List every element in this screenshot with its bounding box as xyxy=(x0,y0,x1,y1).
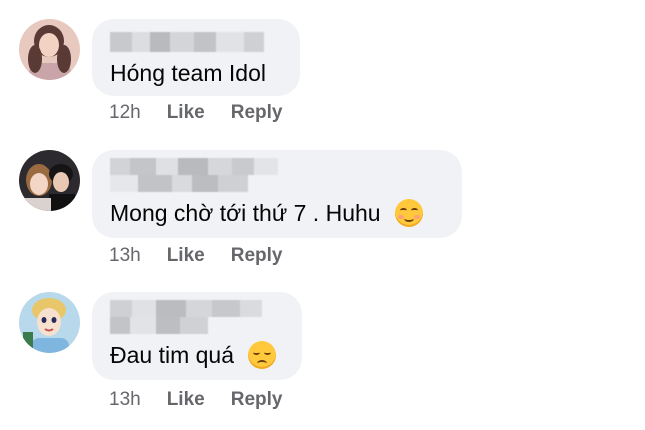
avatar[interactable] xyxy=(19,19,80,80)
reply-button[interactable]: Reply xyxy=(231,245,283,267)
comment-bubble: Mong chờ tới thứ 7 . Huhu xyxy=(92,150,462,238)
reply-button[interactable]: Reply xyxy=(231,102,283,124)
comment-timestamp[interactable]: 12h xyxy=(109,102,141,124)
blurred-author-name[interactable] xyxy=(110,158,300,192)
comment-actions: 13h Like Reply xyxy=(109,389,282,411)
reply-button[interactable]: Reply xyxy=(231,389,283,411)
like-button[interactable]: Like xyxy=(167,389,205,411)
avatar[interactable] xyxy=(19,150,80,211)
blurred-author-name[interactable] xyxy=(110,32,264,52)
comment-text: Mong chờ tới thứ 7 . Huhu xyxy=(110,199,423,227)
like-button[interactable]: Like xyxy=(167,245,205,267)
comment-actions: 13h Like Reply xyxy=(109,245,282,267)
comment-timestamp[interactable]: 13h xyxy=(109,245,141,267)
comment-bubble: Đau tim quá xyxy=(92,292,302,380)
avatar[interactable] xyxy=(19,292,80,353)
blurred-author-name[interactable] xyxy=(110,300,280,334)
comment-text: Hóng team Idol xyxy=(110,60,266,86)
like-button[interactable]: Like xyxy=(167,102,205,124)
comment-actions: 12h Like Reply xyxy=(109,102,282,124)
comment-timestamp[interactable]: 13h xyxy=(109,389,141,411)
comment-bubble: Hóng team Idol xyxy=(92,19,300,96)
disappointed-face-icon xyxy=(248,341,277,369)
relieved-face-icon xyxy=(394,199,423,227)
comment-text: Đau tim quá xyxy=(110,341,277,369)
